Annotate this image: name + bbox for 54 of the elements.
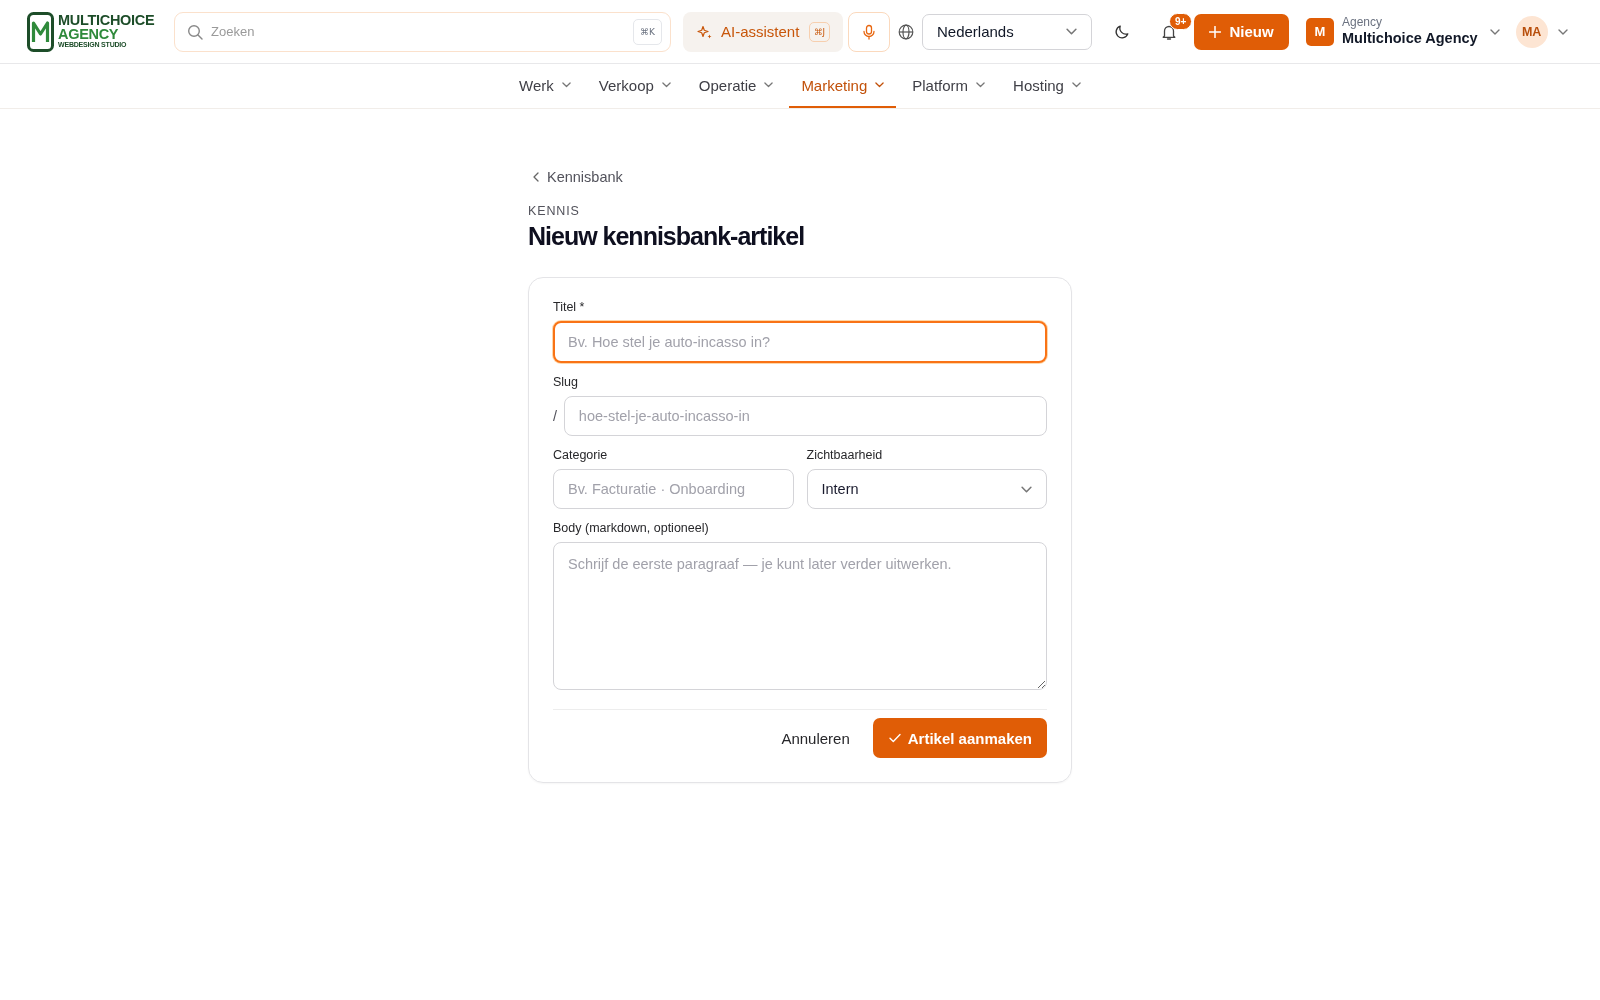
globe-icon	[898, 23, 914, 40]
microphone-icon	[861, 23, 877, 40]
submit-button[interactable]: Artikel aanmaken	[872, 718, 1047, 758]
text-input[interactable]: Bv. Facturatie · Onboarding	[553, 469, 794, 509]
nav-tab[interactable]: Werk	[507, 64, 583, 108]
field-label: Slug	[553, 375, 580, 389]
account-type: Agency	[1342, 16, 1384, 31]
page-title: Nieuw kennisbank-artikel	[528, 221, 806, 251]
chevron-down-icon	[1557, 28, 1568, 35]
back-link[interactable]: Kennisbank	[533, 169, 623, 185]
moon-icon[interactable]	[1114, 23, 1130, 40]
chevron-down-icon	[764, 82, 774, 88]
search-icon	[187, 23, 203, 40]
microphone-button[interactable]	[848, 11, 890, 52]
slug-prefix: /	[553, 408, 559, 424]
chevron-down-icon	[976, 82, 986, 88]
text-input[interactable]: Bv. Hoe stel je auto-incasso in?	[553, 321, 1047, 363]
nav-tab[interactable]: Hosting	[1001, 64, 1093, 108]
ai-assistant-button[interactable]: AI-assistent ⌘J	[683, 11, 843, 52]
shortcut-key: ⌘J	[809, 21, 830, 42]
nav-tab[interactable]: Operatie	[686, 64, 786, 108]
new-button[interactable]: Nieuw	[1194, 13, 1289, 50]
logo-wordmark: MULTICHOICE	[58, 13, 155, 28]
sparkle-icon	[697, 23, 713, 40]
chevron-down-icon	[1021, 485, 1032, 493]
chevron-down-icon	[1489, 28, 1500, 35]
user-avatar[interactable]: MA	[1515, 15, 1548, 48]
cancel-button[interactable]: Annuleren	[765, 718, 866, 758]
field-label: Zichtbaarheid	[806, 448, 884, 462]
plus-icon	[1209, 25, 1222, 38]
visibility-select[interactable]: Intern	[806, 469, 1047, 509]
logo-wordmark-sub: AGENCY	[58, 27, 120, 42]
nav-tab[interactable]: Marketing	[789, 64, 897, 108]
account-name[interactable]: Multichoice Agency	[1342, 30, 1478, 47]
organization-logo[interactable]: M	[1306, 17, 1334, 46]
shortcut-key: ⌘K	[633, 18, 662, 45]
field-label: Categorie	[553, 448, 609, 462]
logo-emblem-icon[interactable]	[27, 11, 54, 52]
language-select[interactable]: Nederlands	[922, 13, 1092, 50]
check-icon	[888, 733, 901, 743]
chevron-down-icon	[561, 82, 571, 88]
nav-tab[interactable]: Platform	[900, 64, 998, 108]
chevron-down-icon	[1066, 28, 1077, 35]
body-textarea[interactable]: Schrijf de eerste paragraaf — je kunt later verder uitwerken.	[553, 542, 1047, 690]
slug-input[interactable]: hoe-stel-je-auto-incasso-in	[563, 396, 1047, 436]
chevron-left-icon	[533, 172, 539, 182]
nav-tab[interactable]: Verkoop	[586, 64, 683, 108]
chevron-down-icon	[875, 82, 885, 88]
chevron-down-icon	[1071, 82, 1081, 88]
field-label: Titel *	[553, 300, 586, 314]
notification-badge: 9+	[1169, 12, 1193, 30]
chevron-down-icon	[661, 82, 671, 88]
section-eyebrow: KENNIS	[528, 204, 581, 218]
field-label: Body (markdown, optioneel)	[553, 521, 710, 535]
